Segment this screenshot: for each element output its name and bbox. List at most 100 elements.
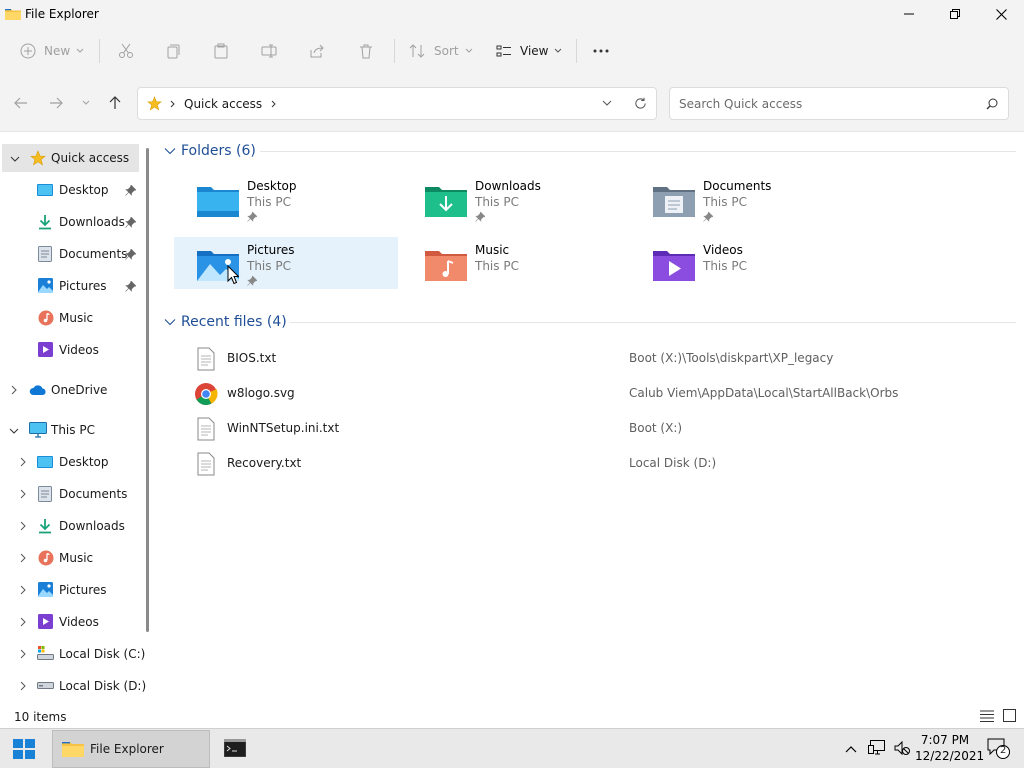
file-name: Recovery.txt: [227, 456, 302, 470]
rename-button[interactable]: [261, 35, 277, 67]
recent-files-section-title: Recent files (4): [181, 314, 287, 330]
sidebar-item-pc-music[interactable]: Music: [0, 544, 145, 572]
sidebar-item-this-pc[interactable]: This PC: [0, 416, 145, 444]
chevron-right-icon[interactable]: [18, 681, 28, 691]
network-button[interactable]: [868, 740, 886, 759]
cut-button[interactable]: [118, 35, 134, 67]
window-title: File Explorer: [25, 7, 99, 21]
folder-tile-desktop[interactable]: Desktop This PC: [174, 173, 398, 225]
sidebar-item-music[interactable]: Music: [0, 304, 145, 332]
delete-button[interactable]: [358, 35, 374, 67]
search-input[interactable]: [679, 96, 969, 111]
sidebar-item-onedrive[interactable]: OneDrive: [0, 376, 145, 404]
copy-button[interactable]: [165, 35, 181, 67]
paste-button[interactable]: [213, 35, 229, 67]
more-dots-icon: [593, 49, 609, 53]
close-icon: [995, 8, 1007, 20]
new-button[interactable]: New: [20, 35, 84, 67]
chevron-down-icon[interactable]: [9, 426, 19, 436]
sidebar-item-downloads[interactable]: Downloads: [0, 208, 145, 236]
show-hidden-icons-button[interactable]: [845, 742, 857, 756]
sidebar-item-local-disk-c[interactable]: Local Disk (C:): [0, 640, 145, 668]
sort-button[interactable]: Sort: [409, 35, 473, 67]
sidebar-item-label: Downloads: [59, 215, 125, 229]
sidebar-item-label: Local Disk (C:): [59, 647, 146, 661]
sidebar-item-label: OneDrive: [51, 383, 108, 397]
chevron-right-icon[interactable]: [18, 457, 28, 467]
arrow-right-icon: [50, 97, 63, 109]
chevron-right-icon[interactable]: [18, 585, 28, 595]
sidebar-item-label: Desktop: [59, 455, 109, 469]
address-bar[interactable]: Quick access: [137, 87, 657, 120]
trash-icon: [360, 44, 372, 59]
recent-files-section-header[interactable]: Recent files (4): [164, 311, 287, 333]
sidebar-item-pc-videos[interactable]: Videos: [0, 608, 145, 636]
sidebar-item-local-disk-d[interactable]: Local Disk (D:): [0, 672, 146, 700]
folder-tile-downloads[interactable]: Downloads This PC: [402, 173, 626, 225]
minimize-button[interactable]: [886, 0, 932, 28]
folder-tile-documents[interactable]: Documents This PC: [630, 173, 854, 225]
start-button[interactable]: [13, 739, 35, 762]
volume-button[interactable]: [894, 740, 910, 759]
sidebar-item-pc-downloads[interactable]: Downloads: [0, 512, 145, 540]
sidebar-item-desktop[interactable]: Desktop: [0, 176, 145, 204]
up-button[interactable]: [104, 92, 126, 114]
music-icon: [38, 550, 54, 566]
folder-name: Pictures: [247, 243, 295, 257]
forward-button[interactable]: [45, 92, 67, 114]
chevron-right-icon[interactable]: [18, 617, 28, 627]
taskbar-clock[interactable]: 7:07 PM 12/22/2021: [915, 732, 984, 764]
file-path: Boot (X:): [629, 421, 683, 435]
more-options-button[interactable]: [592, 35, 610, 67]
pin-icon: [247, 212, 257, 222]
tiles-view-icon[interactable]: [1003, 709, 1016, 722]
share-button[interactable]: [309, 35, 325, 67]
back-button[interactable]: [10, 92, 32, 114]
computer-icon: [29, 422, 47, 438]
search-icon[interactable]: [986, 98, 998, 110]
address-location[interactable]: Quick access: [184, 97, 262, 111]
sidebar-item-quick-access[interactable]: Quick access: [2, 144, 139, 172]
sidebar-item-pc-pictures[interactable]: Pictures: [0, 576, 145, 604]
view-button[interactable]: View: [496, 35, 562, 67]
refresh-icon[interactable]: [634, 97, 647, 110]
sidebar-item-videos[interactable]: Videos: [0, 336, 145, 364]
maximize-button[interactable]: [932, 0, 978, 28]
sidebar-item-pc-documents[interactable]: Documents: [0, 480, 145, 508]
pin-icon: [125, 185, 136, 196]
chevron-right-icon[interactable]: [18, 489, 28, 499]
folder-tile-videos[interactable]: Videos This PC: [630, 237, 854, 289]
notification-center-button[interactable]: 2: [987, 738, 1011, 763]
pin-icon: [247, 276, 257, 286]
recent-file-row[interactable]: WinNTSetup.ini.txt Boot (X:): [192, 414, 1012, 444]
folder-tile-music[interactable]: Music This PC: [402, 237, 626, 289]
recent-locations-button[interactable]: [75, 92, 97, 114]
desktop-folder-icon: [197, 187, 239, 217]
chevron-right-icon[interactable]: [271, 100, 277, 108]
drive-d-icon: [37, 682, 54, 689]
recent-file-row[interactable]: Recovery.txt Local Disk (D:): [192, 449, 1012, 479]
recent-file-row[interactable]: BIOS.txt Boot (X:)\Tools\diskpart\XP_leg…: [192, 344, 1012, 374]
folder-tile-pictures[interactable]: Pictures This PC: [174, 237, 398, 289]
address-history-chevron-icon[interactable]: [602, 100, 612, 107]
chevron-right-icon[interactable]: [9, 385, 19, 395]
sidebar-item-documents[interactable]: Documents: [0, 240, 145, 268]
chevron-right-icon[interactable]: [18, 553, 28, 563]
item-count: 10 items: [14, 710, 67, 724]
sidebar-item-pc-desktop[interactable]: Desktop: [0, 448, 145, 476]
search-box[interactable]: [669, 87, 1009, 120]
sidebar-item-label: Desktop: [59, 183, 109, 197]
chevron-down-icon[interactable]: [10, 154, 20, 164]
command-bar: New Sort View: [0, 28, 1024, 74]
taskbar-item-command-prompt[interactable]: [223, 738, 247, 760]
taskbar-item-file-explorer[interactable]: File Explorer: [52, 730, 210, 768]
navigation-scrollbar[interactable]: [146, 148, 149, 632]
chevron-right-icon[interactable]: [18, 649, 28, 659]
documents-icon: [38, 246, 52, 262]
close-button[interactable]: [978, 0, 1024, 28]
chevron-right-icon[interactable]: [18, 521, 28, 531]
recent-file-row[interactable]: w8logo.svg Calub Viem\AppData\Local\Star…: [192, 379, 1012, 409]
sidebar-item-pictures[interactable]: Pictures: [0, 272, 145, 300]
folders-section-header[interactable]: Folders (6): [164, 140, 256, 162]
details-view-icon[interactable]: [980, 710, 994, 722]
